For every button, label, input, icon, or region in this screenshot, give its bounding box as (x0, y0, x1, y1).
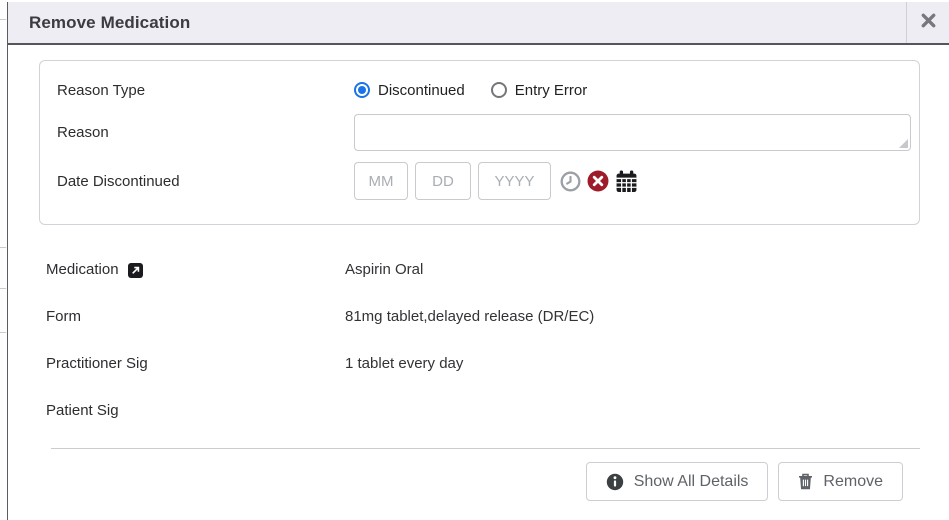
show-all-details-label: Show All Details (634, 473, 749, 491)
close-button[interactable] (906, 2, 949, 43)
clock-icon[interactable] (560, 171, 581, 192)
reason-textarea[interactable] (354, 114, 911, 151)
background-page-edge (0, 0, 7, 520)
form-label: Form (46, 308, 81, 325)
radio-discontinued[interactable]: Discontinued (354, 82, 465, 99)
detail-row-patient-sig: Patient Sig (39, 387, 920, 434)
radio-circle-icon (491, 82, 507, 98)
date-discontinued-label: Date Discontinued (57, 173, 354, 190)
detail-row-practitioner-sig: Practitioner Sig 1 tablet every day (39, 340, 920, 387)
medication-details: Medication Aspirin Oral Form 81mg tablet… (39, 246, 920, 434)
resize-grip-icon[interactable] (899, 139, 908, 148)
year-input[interactable] (478, 162, 551, 200)
info-icon (606, 473, 624, 491)
reason-type-label: Reason Type (57, 82, 354, 99)
patient-sig-label: Patient Sig (46, 402, 119, 419)
detail-row-medication: Medication Aspirin Oral (39, 246, 920, 293)
reason-type-radio-group: Discontinued Entry Error (354, 82, 903, 99)
reason-label: Reason (57, 114, 354, 141)
day-input[interactable] (415, 162, 471, 200)
detail-row-form: Form 81mg tablet,delayed release (DR/EC) (39, 293, 920, 340)
show-all-details-button[interactable]: Show All Details (586, 462, 769, 501)
medication-value: Aspirin Oral (345, 261, 920, 278)
external-link-icon[interactable] (128, 263, 143, 278)
dialog-header: Remove Medication (8, 2, 949, 45)
remove-button[interactable]: Remove (778, 462, 903, 501)
reason-fieldset: Reason Type Discontinued Entry Error Rea… (39, 60, 920, 225)
dialog-title: Remove Medication (8, 2, 906, 43)
practitioner-sig-value: 1 tablet every day (345, 355, 920, 372)
radio-entry-error[interactable]: Entry Error (491, 82, 588, 99)
dialog-body: Reason Type Discontinued Entry Error Rea… (8, 45, 949, 520)
remove-medication-dialog: Remove Medication Reason Type Discontinu… (7, 2, 949, 520)
radio-entry-error-label: Entry Error (515, 82, 588, 99)
date-discontinued-field (354, 162, 903, 200)
month-input[interactable] (354, 162, 408, 200)
close-icon (921, 13, 936, 33)
trash-icon (798, 473, 813, 490)
calendar-icon[interactable] (615, 170, 638, 193)
radio-discontinued-label: Discontinued (378, 82, 465, 99)
medication-label: Medication (46, 261, 119, 278)
dialog-footer: Show All Details Remove (39, 449, 920, 501)
clear-date-icon[interactable] (587, 170, 609, 192)
form-value: 81mg tablet,delayed release (DR/EC) (345, 308, 920, 325)
practitioner-sig-label: Practitioner Sig (46, 355, 148, 372)
remove-label: Remove (823, 473, 883, 491)
radio-circle-icon (354, 82, 370, 98)
reason-field-wrap (354, 114, 911, 151)
